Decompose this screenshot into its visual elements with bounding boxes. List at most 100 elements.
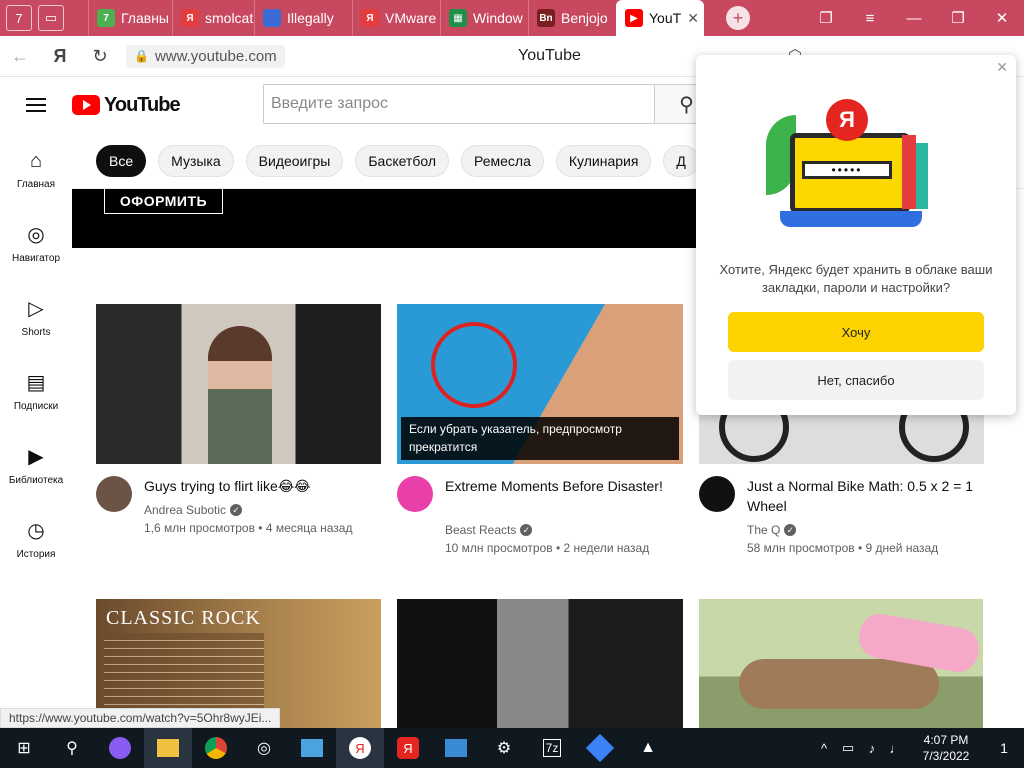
channel-name[interactable]: Andrea Subotic ✓ [144, 503, 243, 517]
microphone-icon[interactable]: ♩ [884, 741, 908, 756]
avatar[interactable] [397, 476, 433, 512]
video-thumbnail[interactable] [699, 599, 983, 728]
network-icon[interactable]: ▭ [836, 740, 860, 756]
preview-tooltip: Если убрать указатель, предпросмотр прек… [401, 417, 679, 460]
chrome-icon[interactable] [192, 728, 240, 768]
tab-label: Benjojo [561, 10, 608, 26]
subscribe-button[interactable]: ОФОРМИТЬ [104, 189, 223, 214]
accept-button[interactable]: Хочу [728, 312, 984, 352]
chip-all[interactable]: Все [96, 144, 147, 177]
mini-guide: ⌂ Главная ◎ Навигатор ▷ Shorts ▤ Подписк… [0, 133, 72, 728]
chip-videogames[interactable]: Видеоигры [245, 144, 344, 177]
compass-icon: ◎ [27, 223, 45, 246]
guide-item-home[interactable]: ⌂ Главная [0, 133, 72, 207]
tab-label: Window [473, 10, 523, 26]
channel-name[interactable]: Beast Reacts ✓ [445, 523, 533, 537]
browser-tab[interactable]: Я smolcat [172, 0, 254, 36]
url-field[interactable]: 🔒 www.youtube.com [126, 44, 285, 68]
avatar[interactable] [96, 476, 132, 512]
subscriptions-icon: ▤ [26, 371, 46, 394]
menu-icon[interactable] [0, 77, 72, 133]
tab-label: smolcat [205, 10, 254, 26]
7zip-icon[interactable]: 7z [528, 728, 576, 768]
search-icon[interactable]: ⚲ [48, 728, 96, 768]
browser-menu-icon[interactable]: ≡ [848, 0, 892, 36]
cube-app-icon[interactable] [576, 728, 624, 768]
browser-tab-active[interactable]: ▶ YouT ✕ [616, 0, 704, 36]
tab-favicon-icon: Я [361, 9, 379, 27]
volume-icon[interactable]: ♪ [860, 741, 884, 756]
shorts-icon: ▷ [28, 297, 44, 320]
windows-taskbar: ⊞ ⚲ ◎ Я Я ⚙ 7z ▲ ^ ▭ ♪ ♩ 4:07 PM 7/3/202… [0, 728, 1024, 768]
home-icon: ⌂ [29, 149, 43, 172]
chip-crafts[interactable]: Ремесла [461, 144, 544, 177]
browser-tab[interactable]: Illegally [254, 0, 352, 36]
notepad-icon[interactable] [288, 728, 336, 768]
alice-icon[interactable] [96, 728, 144, 768]
new-tab-button[interactable]: + [726, 6, 750, 30]
yandex-logo-icon[interactable]: Я [40, 36, 80, 76]
control-panel-icon[interactable] [432, 728, 480, 768]
browser-tab[interactable]: Bn Benjojo [528, 0, 616, 36]
close-icon[interactable]: ✕ [996, 59, 1008, 76]
book-shape [902, 135, 916, 209]
chip-more[interactable]: Д [663, 144, 699, 177]
youtube-wordmark: YouTube [104, 93, 181, 116]
youtube-play-icon [72, 95, 100, 115]
video-thumbnail[interactable] [96, 304, 381, 464]
channel-label: Andrea Subotic [144, 503, 227, 517]
collections-icon[interactable]: ❐ [804, 0, 848, 36]
guide-item-explore[interactable]: ◎ Навигатор [0, 207, 72, 281]
tab-close-icon[interactable]: ✕ [687, 10, 699, 27]
reload-icon[interactable]: ↻ [80, 36, 120, 76]
guide-label: Навигатор [11, 252, 61, 264]
maximize-button[interactable]: ❐ [936, 0, 980, 36]
chip-music[interactable]: Музыка [158, 144, 234, 177]
bookmarks-folder-icon[interactable]: ▭ [38, 5, 64, 31]
youtube-logo[interactable]: YouTube [72, 93, 181, 117]
decline-button[interactable]: Нет, спасибо [728, 360, 984, 400]
browser-tab[interactable]: 7 Главны [88, 0, 172, 36]
guide-item-history[interactable]: ◷ История [0, 503, 72, 577]
guide-item-shorts[interactable]: ▷ Shorts [0, 281, 72, 355]
guide-item-subscriptions[interactable]: ▤ Подписки [0, 355, 72, 429]
settings-icon[interactable]: ⚙ [480, 728, 528, 768]
guide-label: История [16, 548, 56, 560]
media-player-icon[interactable]: ◎ [240, 728, 288, 768]
tab-count-button[interactable]: 7 [6, 5, 32, 31]
guide-item-library[interactable]: ▶ Библиотека [0, 429, 72, 503]
url-text: www.youtube.com [154, 47, 277, 65]
yandex-browser-icon[interactable]: Я [336, 728, 384, 768]
chevron-up-icon[interactable]: ^ [812, 741, 836, 756]
search-input[interactable]: Введите запрос [263, 84, 655, 124]
file-explorer-icon[interactable] [144, 728, 192, 768]
chip-basketball[interactable]: Баскетбол [355, 144, 449, 177]
browser-tab[interactable]: ▦ Window [440, 0, 528, 36]
yandex-icon[interactable]: Я [384, 728, 432, 768]
video-stats: 10 млн просмотров • 2 недели назад [445, 541, 650, 555]
browser-tab-strip: 7 ▭ 7 Главны Я smolcat Illegally Я VMwar… [0, 0, 1024, 36]
browser-tab[interactable]: Я VMware [352, 0, 440, 36]
photos-icon[interactable]: ▲ [624, 728, 672, 768]
video-thumbnail[interactable] [397, 599, 683, 728]
start-icon[interactable]: ⊞ [0, 728, 48, 768]
clock-date: 7/3/2022 [922, 749, 970, 763]
video-thumbnail[interactable]: Если убрать указатель, предпросмотр прек… [397, 304, 683, 464]
channel-name[interactable]: The Q ✓ [747, 523, 797, 537]
video-stats: 1,6 млн просмотров • 4 месяца назад [144, 521, 353, 535]
chip-cooking[interactable]: Кулинария [555, 144, 652, 177]
notification-icon[interactable]: 1 [984, 740, 1024, 756]
video-title[interactable]: Guys trying to flirt like😂😂 [144, 476, 374, 496]
minimize-button[interactable]: — [892, 0, 936, 36]
clock[interactable]: 4:07 PM 7/3/2022 [908, 732, 984, 764]
thumbnail-circle [431, 322, 517, 408]
tab-label: VMware [385, 10, 437, 26]
close-window-button[interactable]: ✕ [980, 0, 1024, 36]
video-title[interactable]: Extreme Moments Before Disaster! [445, 476, 665, 496]
youtube-favicon-icon: ▶ [625, 9, 643, 27]
back-arrow-icon[interactable]: ← [0, 36, 40, 76]
guide-label: Главная [16, 178, 56, 190]
avatar[interactable] [699, 476, 735, 512]
video-title[interactable]: Just a Normal Bike Math: 0.5 x 2 = 1 Whe… [747, 476, 977, 516]
laptop-base [780, 211, 922, 227]
